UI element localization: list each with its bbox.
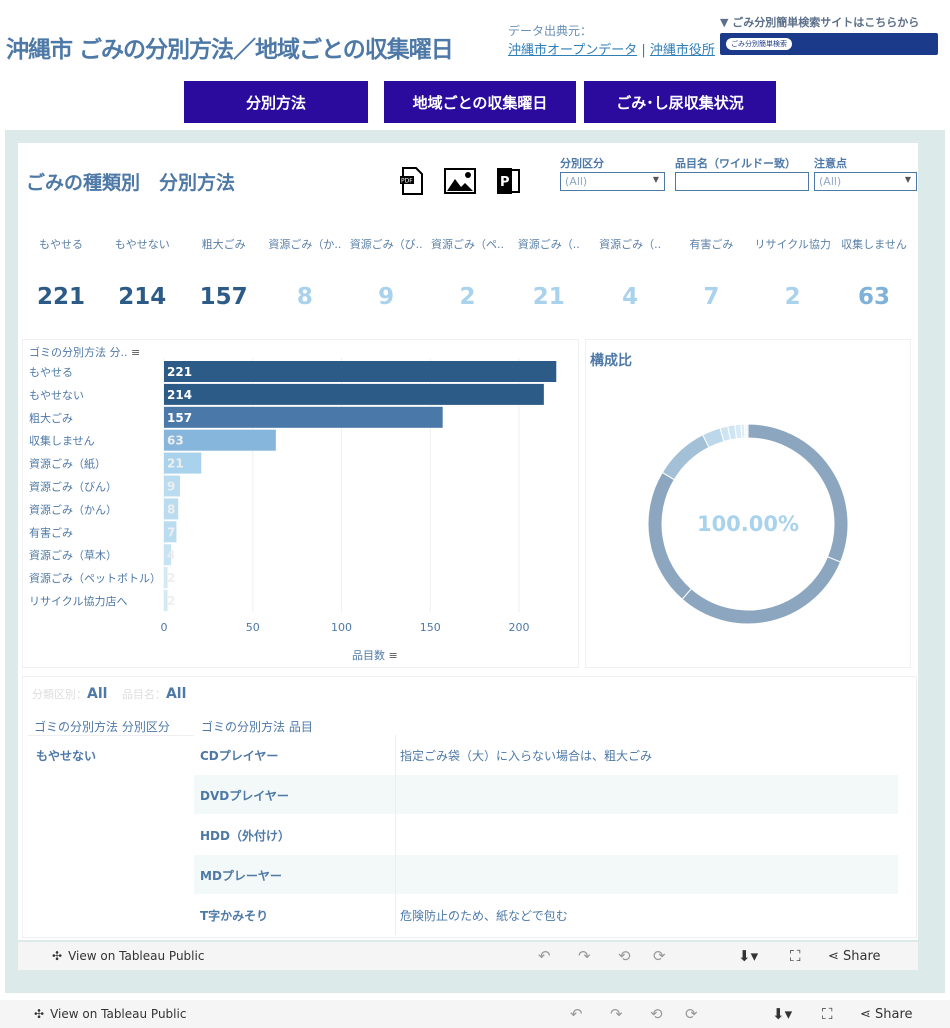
tableau-icon: ✣ <box>34 1007 45 1021</box>
share-button[interactable]: ⋖ Share <box>860 1007 913 1022</box>
donut-slice[interactable] <box>747 423 849 563</box>
undo-icon[interactable]: ↶ <box>570 1005 583 1023</box>
bar-chart: 0 50 100 150 200もやせる 221もやせない 214粗大ごみ 157収集しません… <box>29 358 557 634</box>
table-row[interactable]: MDプレーヤー <box>194 855 898 895</box>
x-axis-label: 品目数 ≡ <box>352 649 398 662</box>
banner-text: ごみ分別簡単検索 <box>726 38 792 50</box>
dropdown-arrow-icon: ▼ <box>904 175 911 184</box>
bar-category-label: もやせない <box>29 389 84 402</box>
revert-icon[interactable]: ⟲ <box>618 947 631 965</box>
redo-icon[interactable]: ↷ <box>578 947 591 965</box>
kpi-label: 収集しません <box>841 238 907 251</box>
fullscreen-icon[interactable]: ⛶ <box>822 1005 833 1023</box>
bar-value-label: 9 <box>167 480 175 494</box>
group-label: もやせない <box>36 749 97 763</box>
download-icon[interactable]: ⬇▾ <box>738 947 758 965</box>
donut-center-label: 100.00% <box>696 512 800 536</box>
donut-slice[interactable] <box>681 556 842 625</box>
undo-icon[interactable]: ↶ <box>538 947 551 965</box>
refresh-icon[interactable]: ⟳ <box>685 1005 698 1023</box>
share-button[interactable]: ⋖ Share <box>828 949 881 964</box>
bar-value-label: 2 <box>167 594 175 608</box>
kpi-value[interactable]: 7 <box>671 284 751 310</box>
item-note: 危険防止のため、紙などで包む <box>400 909 568 923</box>
kpi-value[interactable]: 63 <box>834 284 914 310</box>
bar-category-label: 資源ごみ（草木） <box>29 548 117 562</box>
col-header-item: ゴミの分別方法 品目 <box>201 720 313 734</box>
bar-category-label: 資源ごみ（びん） <box>29 480 117 494</box>
donut-slice[interactable] <box>745 423 749 439</box>
search-site-banner[interactable]: ごみ分別簡単検索 <box>720 33 938 55</box>
inner-toolbar: ✣ View on Tableau Public ↶ ↷ ⟲ ⟳ ⬇▾ ⛶ ⋖ Share <box>18 942 918 970</box>
bar-category-label: 資源ごみ（ペットボトル） <box>29 571 161 585</box>
x-tick-label: 50 <box>246 621 260 634</box>
item-name: T字かみそり <box>200 909 269 923</box>
bar-value-label: 157 <box>167 411 192 425</box>
bar[interactable] <box>164 361 557 382</box>
table-row[interactable]: HDD（外付け） <box>194 815 898 855</box>
x-tick-label: 150 <box>420 621 441 634</box>
bar-category-label: もやせる <box>29 366 73 379</box>
item-name: CDプレイヤー <box>200 749 279 763</box>
bar[interactable] <box>164 383 544 405</box>
item-name: HDD（外付け） <box>200 829 290 843</box>
bar-category-label: 粗大ごみ <box>29 411 73 425</box>
item-name: DVDプレイヤー <box>200 789 289 803</box>
bar-category-label: 有害ごみ <box>29 525 73 539</box>
dropdown-arrow-icon: ▼ <box>652 175 659 184</box>
bar-category-label: 資源ごみ（紙） <box>29 457 106 471</box>
outer-toolbar: ✣ View on Tableau Public ↶ ↷ ⟲ ⟳ ⬇▾ ⛶ ⋖ Share <box>0 1000 950 1028</box>
filter-value: (All) <box>819 175 842 188</box>
item-name: MDプレーヤー <box>200 869 282 883</box>
kpi-label: 資源ごみ（.. <box>599 238 662 251</box>
col-header-category: ゴミの分別方法 分別区分 <box>34 720 170 734</box>
filter-item-input[interactable] <box>675 172 809 191</box>
bar-value-label: 2 <box>167 571 175 585</box>
search-site-label: ▼ ごみ分別簡単検索サイトはこちらから <box>720 16 920 29</box>
table-row[interactable]: T字かみそり 危険防止のため、紙などで包む <box>194 895 898 935</box>
bar-value-label: 8 <box>167 502 175 516</box>
kpi-label: 有害ごみ <box>689 238 734 251</box>
filter-label-item: 品目名（ワイルドー致） <box>675 157 796 170</box>
tableau-icon: ✣ <box>52 949 63 963</box>
kpi-value[interactable]: 2 <box>753 284 833 310</box>
bar-category-label: リサイクル協力店へ <box>29 594 127 608</box>
table-row[interactable]: CDプレイヤー 指定ごみ袋（大）に入らない場合は、粗大ごみ <box>194 735 898 775</box>
bar-value-label: 63 <box>167 434 184 448</box>
bar-value-label: 4 <box>167 548 175 562</box>
bar-value-label: 21 <box>167 457 184 471</box>
filter-label-notes: 注意点 <box>814 157 847 170</box>
view-on-tableau-link[interactable]: View on Tableau Public <box>50 1007 186 1021</box>
kpi-label: リサイクル協力 <box>754 238 831 251</box>
bar[interactable] <box>164 406 443 428</box>
bar-value-label: 7 <box>167 525 175 539</box>
fullscreen-icon[interactable]: ⛶ <box>790 947 801 965</box>
view-on-tableau-link[interactable]: View on Tableau Public <box>68 949 204 963</box>
bar-value-label: 221 <box>167 365 192 379</box>
x-tick-label: 200 <box>509 621 530 634</box>
donut-title: 構成比 <box>590 353 632 369</box>
refresh-icon[interactable]: ⟳ <box>653 947 666 965</box>
x-tick-label: 0 <box>161 621 168 634</box>
nav-collection-status[interactable]: ごみ･し尿収集状況 <box>584 81 776 123</box>
city-office-link[interactable]: 沖縄市役所 <box>650 43 715 58</box>
separator: | <box>641 43 646 58</box>
filter-notes-dropdown[interactable]: (All) ▼ <box>814 172 917 191</box>
kpi-value[interactable]: 4 <box>590 284 670 310</box>
table-row[interactable]: DVDプレイヤー <box>194 775 898 815</box>
revert-icon[interactable]: ⟲ <box>650 1005 663 1023</box>
filter-summary: 分類区別：All 品目名：All <box>32 686 187 702</box>
x-tick-label: 100 <box>331 621 352 634</box>
download-icon[interactable]: ⬇▾ <box>772 1005 792 1023</box>
bar-category-label: 収集しません <box>29 434 95 448</box>
bar-category-label: 資源ごみ（かん） <box>29 502 117 516</box>
donut-slice[interactable] <box>661 434 710 481</box>
bar-value-label: 214 <box>167 388 192 402</box>
sort-icon[interactable]: ≡ <box>389 649 398 662</box>
item-note: 指定ごみ袋（大）に入らない場合は、粗大ごみ <box>400 749 653 763</box>
redo-icon[interactable]: ↷ <box>610 1005 623 1023</box>
